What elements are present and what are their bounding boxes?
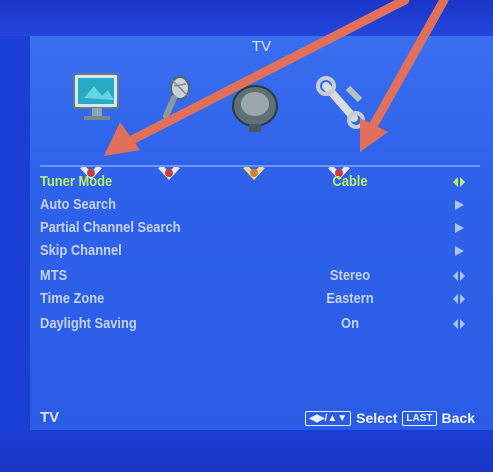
navigate-key-icon: ◀▶/▲▼ xyxy=(305,410,352,426)
select-hint-label: Select xyxy=(356,410,398,426)
tv-bezel-bottom xyxy=(0,430,493,472)
input-source-label: TV xyxy=(40,409,60,426)
menu-item-tuner-mode[interactable]: Tuner Mode Cable xyxy=(30,170,493,193)
back-hint-label: Back xyxy=(441,410,475,426)
menu-divider xyxy=(40,165,480,167)
microphone-icon[interactable] xyxy=(148,72,208,132)
menu-item-label: Daylight Saving xyxy=(40,315,137,332)
tv-bezel-top xyxy=(0,0,493,36)
footer-hints: ◀▶/▲▼ Select LAST Back xyxy=(305,406,475,430)
menu-item-value: Cable xyxy=(332,173,368,190)
menu-item-auto-search[interactable]: Auto Search xyxy=(30,193,493,216)
left-right-arrow-icon[interactable] xyxy=(452,292,466,306)
menu-item-label: Partial Channel Search xyxy=(40,219,181,236)
menu-item-daylight-saving[interactable]: Daylight Saving On xyxy=(30,312,493,335)
left-right-arrow-icon[interactable] xyxy=(452,317,466,331)
menu-item-value: On xyxy=(341,315,359,332)
menu-item-label: Auto Search xyxy=(40,196,116,213)
menu-item-value: Stereo xyxy=(329,267,371,284)
left-right-arrow-icon[interactable] xyxy=(452,269,466,283)
right-arrow-icon[interactable] xyxy=(452,198,466,212)
monitor-icon[interactable] xyxy=(70,68,130,128)
menu-item-label: MTS xyxy=(40,267,68,284)
right-arrow-icon[interactable] xyxy=(452,244,466,258)
menu-item-time-zone[interactable]: Time Zone Eastern xyxy=(30,287,493,310)
menu-title: TV xyxy=(251,38,272,55)
tv-osd-menu: TV Tuner Mode Cable Auto Search Partial … xyxy=(30,36,493,430)
menu-footer: TV ◀▶/▲▼ Select LAST Back xyxy=(30,406,493,430)
menu-item-label: Tuner Mode xyxy=(40,173,113,190)
last-key-icon: LAST xyxy=(402,410,437,426)
menu-item-partial-channel-search[interactable]: Partial Channel Search xyxy=(30,216,493,239)
satellite-dish-icon[interactable] xyxy=(225,82,285,137)
menu-item-label: Time Zone xyxy=(40,290,105,307)
menu-item-label: Skip Channel xyxy=(40,242,122,259)
wrench-icon[interactable] xyxy=(312,74,372,134)
menu-item-skip-channel[interactable]: Skip Channel xyxy=(30,239,493,262)
menu-item-mts[interactable]: MTS Stereo xyxy=(30,264,493,287)
menu-item-value: Eastern xyxy=(326,290,374,307)
right-arrow-icon[interactable] xyxy=(452,221,466,235)
left-right-arrow-icon[interactable] xyxy=(452,175,466,189)
